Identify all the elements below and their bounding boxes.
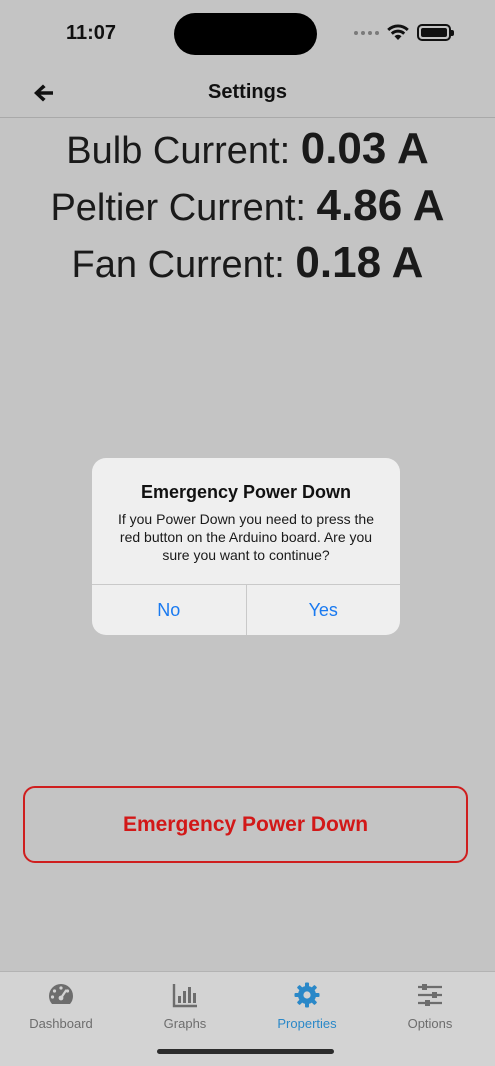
dialog-title: Emergency Power Down xyxy=(140,482,352,502)
battery-icon xyxy=(417,24,454,41)
tab-properties[interactable]: Properties xyxy=(252,980,362,1031)
gear-icon xyxy=(294,982,320,1008)
dialog-actions: No Yes xyxy=(92,584,400,635)
reading-label: Peltier Current: xyxy=(50,187,317,229)
emergency-power-down-button[interactable]: Emergency Power Down xyxy=(23,786,468,863)
status-time: 11:07 xyxy=(66,22,117,44)
tab-graphs[interactable]: Graphs xyxy=(130,980,240,1031)
reading-value: 0.03 A xyxy=(300,124,429,173)
tab-dashboard[interactable]: Dashboard xyxy=(6,980,116,1031)
dynamic-island xyxy=(174,13,317,55)
navigation-bar: Settings xyxy=(0,68,495,118)
dashboard-gauge-icon xyxy=(48,984,74,1004)
tab-label: Properties xyxy=(277,1016,337,1031)
tab-options[interactable]: Options xyxy=(375,980,485,1031)
tab-label: Options xyxy=(407,1016,453,1031)
no-button[interactable]: No xyxy=(92,585,246,635)
wifi-icon xyxy=(387,24,409,40)
reading-value: 4.86 A xyxy=(316,181,445,230)
cellular-signal-icon xyxy=(354,30,379,35)
bar-chart-icon xyxy=(172,984,197,1008)
dialog-message: If you Power Down you need to press the … xyxy=(117,511,375,563)
peltier-current-reading: Peltier Current: 4.86 A xyxy=(0,181,495,231)
reading-value: 0.18 A xyxy=(295,238,424,287)
home-indicator[interactable] xyxy=(157,1049,334,1054)
reading-label: Bulb Current: xyxy=(66,130,301,172)
bulb-current-reading: Bulb Current: 0.03 A xyxy=(0,124,495,174)
confirm-dialog: Emergency Power Down If you Power Down y… xyxy=(92,458,400,635)
tab-label: Graphs xyxy=(163,1016,207,1031)
status-icons xyxy=(354,24,454,41)
sliders-icon xyxy=(418,984,442,1006)
settings-screen: 11:07 Settings Bulb Current: 0.03 A Pelt… xyxy=(0,0,495,1066)
fan-current-reading: Fan Current: 0.18 A xyxy=(0,238,495,288)
tab-label: Dashboard xyxy=(29,1016,93,1031)
reading-label: Fan Current: xyxy=(71,244,296,286)
page-title: Settings xyxy=(208,81,287,103)
yes-button[interactable]: Yes xyxy=(245,585,401,635)
